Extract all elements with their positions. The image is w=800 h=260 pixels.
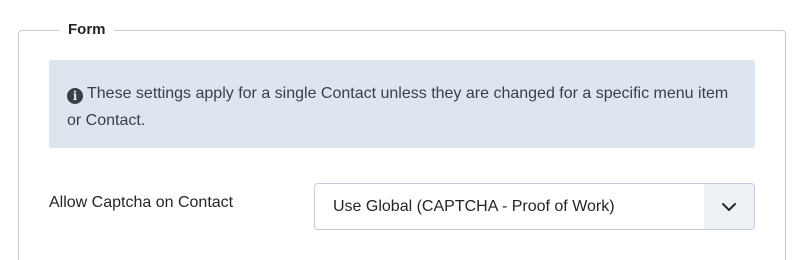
chevron-down-icon[interactable] <box>704 184 754 229</box>
fieldset-legend: Form <box>60 20 114 40</box>
info-circle-icon: i <box>67 88 83 104</box>
captcha-select-value: Use Global (CAPTCHA - Proof of Work) <box>333 198 615 215</box>
captcha-select[interactable]: Use Global (CAPTCHA - Proof of Work) <box>314 183 755 230</box>
captcha-field-label: Allow Captcha on Contact <box>49 194 234 211</box>
alert-text: These settings apply for a single Contac… <box>67 85 729 129</box>
info-alert: i These settings apply for a single Conta… <box>49 60 755 148</box>
